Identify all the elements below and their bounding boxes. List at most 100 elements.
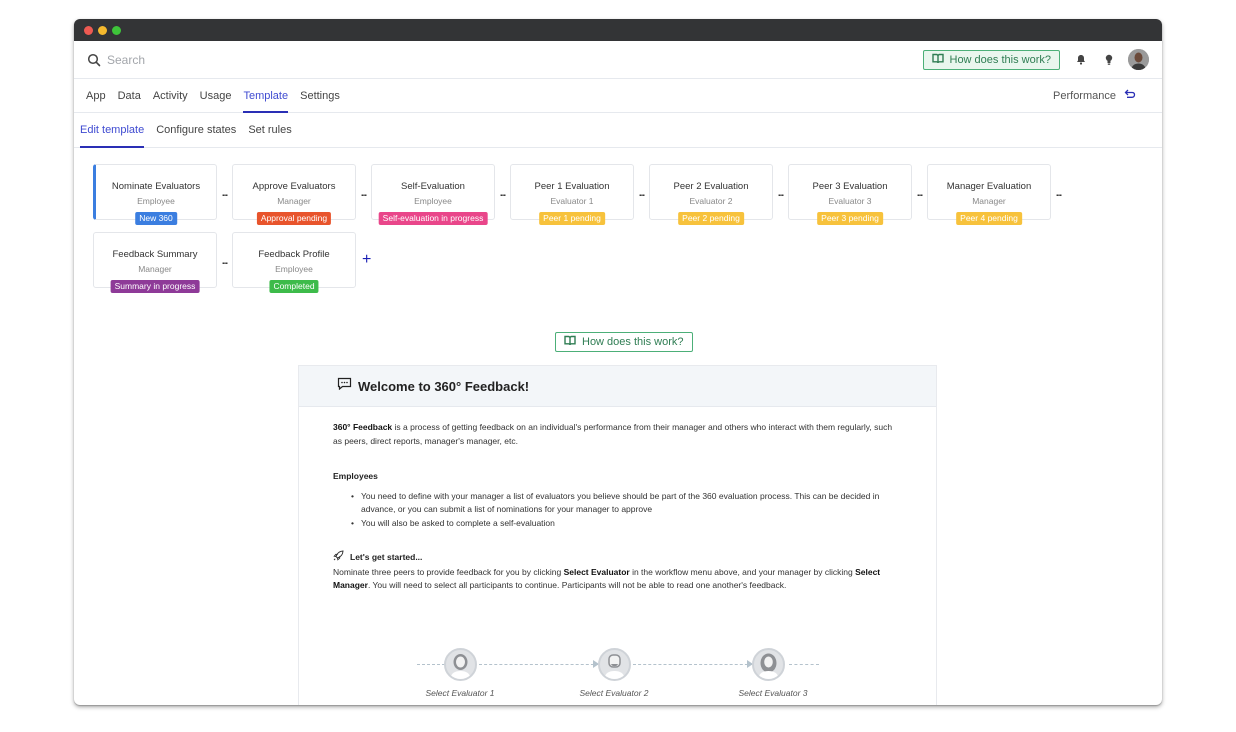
step-more-menu-button[interactable]: ... [773, 186, 788, 199]
workflow-step-card[interactable]: Peer 2 Evaluation Evaluator 2 Peer 2 pendi… [649, 164, 773, 225]
employee-bullets: You need to define with your manager a l… [333, 490, 902, 531]
started-heading: Let's get started... [333, 550, 902, 566]
workflow-step-card[interactable]: Self-Evaluation Employee Self-evaluation i… [371, 164, 495, 225]
search-input[interactable] [107, 52, 923, 67]
status-badge: Peer 3 pending [817, 212, 883, 225]
welcome-title: Welcome to 360° Feedback! [358, 378, 530, 394]
select-evaluator-text: Select Evaluator [563, 566, 630, 577]
rocket-icon [333, 550, 344, 566]
how-does-this-work-button[interactable]: How does this work? [555, 332, 693, 352]
welcome-body: 360° Feedback is a process of getting fe… [299, 407, 936, 607]
workflow-step-card[interactable]: Peer 3 Evaluation Evaluator 3 Peer 3 pendi… [788, 164, 912, 225]
return-arrow-icon [1124, 89, 1136, 102]
status-badge: Summary in progress [110, 280, 200, 293]
step-title: Feedback Summary [112, 249, 198, 260]
tab-template[interactable]: Template [237, 79, 294, 113]
step-more-menu-button[interactable]: ... [217, 186, 232, 199]
step-role: Evaluator 2 [689, 196, 733, 206]
title-bar [74, 19, 1162, 41]
select-evaluator-1[interactable]: Select Evaluator 1 [426, 688, 495, 698]
how-does-this-work-label: How does this work? [582, 336, 684, 348]
step-role: Employee [137, 196, 175, 206]
step-more-menu-button[interactable]: ... [495, 186, 510, 199]
subtab-edit-template[interactable]: Edit template [74, 113, 150, 148]
performance-label: Performance [1053, 89, 1116, 102]
workflow-step-card[interactable]: Peer 1 Evaluation Evaluator 1 Peer 1 pendi… [510, 164, 634, 225]
sub-nav: Edit template Configure states Set rules [74, 113, 1162, 148]
workflow-step-card[interactable]: Approve Evaluators Manager Approval pendin… [232, 164, 356, 225]
tab-label: Usage [199, 89, 232, 102]
workflow-steps: Nominate Evaluators Employee New 360... App… [93, 164, 1153, 300]
step-title: Approve Evaluators [252, 181, 336, 192]
tab-activity[interactable]: Activity [147, 79, 194, 112]
workflow-step-card[interactable]: Feedback Profile Employee Completed [232, 232, 356, 293]
tab-label: Activity [152, 89, 188, 102]
bell-icon[interactable] [1074, 53, 1088, 67]
evaluator-2-avatar[interactable] [598, 648, 631, 681]
center-help: How does this work? [555, 332, 693, 352]
subtab-configure-states[interactable]: Configure states [150, 113, 242, 147]
step-title: Peer 2 Evaluation [673, 181, 749, 192]
step-role: Employee [275, 264, 313, 274]
nominate-paragraph: Nominate three peers to provide feedback… [333, 566, 902, 593]
tab-label: App [86, 89, 106, 102]
minimize-window-button[interactable] [98, 25, 107, 35]
step-role: Manager [972, 196, 1006, 206]
status-badge: Peer 1 pending [539, 212, 605, 225]
step-more-menu-button[interactable]: ... [1051, 186, 1066, 199]
workflow-row: Nominate Evaluators Employee New 360... App… [93, 164, 1153, 225]
top-bar: How does this work? [74, 41, 1162, 79]
evaluator-flow: Select Evaluator 1 Select Evaluator 2 Se… [417, 648, 819, 705]
status-badge: Peer 4 pending [956, 212, 1022, 225]
select-evaluator-3[interactable]: Select Evaluator 3 [739, 688, 808, 698]
step-more-menu-button[interactable]: ... [912, 186, 927, 199]
tab-label: Template [243, 89, 289, 102]
welcome-header: Welcome to 360° Feedback! [299, 366, 936, 407]
flow-connector [789, 664, 819, 665]
bullet-item: You will also be asked to complete a sel… [351, 517, 902, 531]
workflow-step-card[interactable]: Feedback Summary Manager Summary in progre… [93, 232, 217, 293]
book-icon [931, 53, 944, 67]
maximize-window-button[interactable] [112, 25, 121, 35]
text: Nominate three peers to provide feedback… [333, 566, 564, 577]
workflow-step-card[interactable]: Manager Evaluation Manager Peer 4 pending [927, 164, 1051, 225]
lightbulb-icon[interactable] [1102, 53, 1116, 67]
user-avatar[interactable] [1128, 49, 1149, 70]
how-does-this-work-button[interactable]: How does this work? [922, 49, 1060, 70]
evaluator-1-avatar[interactable] [444, 648, 477, 681]
tab-usage[interactable]: Usage [194, 79, 238, 112]
subtab-set-rules[interactable]: Set rules [242, 113, 297, 147]
tab-data[interactable]: Data [112, 79, 147, 112]
bullet-item: You need to define with your manager a l… [351, 490, 902, 517]
flow-connector [633, 664, 753, 665]
step-more-menu-button[interactable]: ... [356, 186, 371, 199]
step-role: Employee [414, 196, 452, 206]
subtab-label: Configure states [156, 124, 237, 136]
step-role: Evaluator 3 [828, 196, 872, 206]
performance-link[interactable]: Performance [1053, 79, 1156, 112]
step-title: Feedback Profile [258, 249, 330, 260]
main-nav: App Data Activity Usage Template Setting… [74, 79, 1162, 113]
status-badge: New 360 [135, 212, 177, 225]
step-role: Manager [138, 264, 172, 274]
tab-label: Settings [300, 89, 340, 102]
status-badge: Peer 2 pending [678, 212, 744, 225]
add-step-button[interactable]: + [362, 252, 371, 268]
intro-paragraph: 360° Feedback is a process of getting fe… [333, 421, 902, 448]
tab-settings[interactable]: Settings [294, 79, 346, 112]
subtab-label: Edit template [80, 124, 145, 136]
step-role: Manager [277, 196, 311, 206]
status-badge: Self-evaluation in progress [378, 212, 488, 225]
step-more-menu-button[interactable]: ... [217, 254, 232, 267]
step-title: Peer 3 Evaluation [812, 181, 888, 192]
employees-heading: Employees [333, 471, 378, 481]
subtab-label: Set rules [248, 124, 292, 136]
select-evaluator-2[interactable]: Select Evaluator 2 [580, 688, 649, 698]
workflow-step-card[interactable]: Nominate Evaluators Employee New 360 [93, 164, 217, 225]
intro-bold: 360° Feedback [333, 422, 393, 432]
started-label: Let's get started... [350, 552, 423, 562]
close-window-button[interactable] [84, 25, 93, 35]
evaluator-3-avatar[interactable] [752, 648, 785, 681]
step-more-menu-button[interactable]: ... [634, 186, 649, 199]
tab-app[interactable]: App [80, 79, 112, 112]
